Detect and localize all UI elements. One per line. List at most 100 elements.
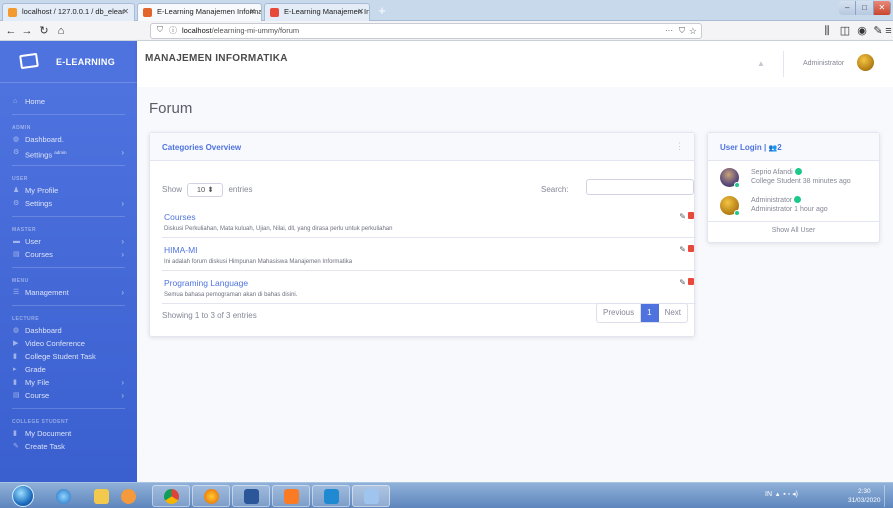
chevron-updown-icon: ⬍ — [207, 185, 214, 194]
sidebar-item-management[interactable]: ☰ Management › — [0, 286, 137, 299]
explorer-taskbar-button[interactable] — [82, 485, 120, 507]
category-title-link[interactable]: Courses — [164, 212, 196, 222]
home-icon[interactable]: ⌂ — [54, 23, 68, 39]
sidebar-item-create-task[interactable]: ✎ Create Task — [0, 440, 137, 453]
trash-icon[interactable] — [688, 212, 694, 219]
maximize-button[interactable]: □ — [856, 1, 874, 15]
edit-icon[interactable]: ✎ — [679, 245, 686, 254]
url-bar[interactable]: ⛉ ⓘ localhost/elearning-mi-ummy/forum ··… — [150, 23, 702, 39]
category-title-link[interactable]: Programing Language — [164, 278, 248, 288]
category-title-link[interactable]: HIMA-MI — [164, 245, 198, 255]
library-icon[interactable]: ⫼ — [820, 23, 834, 39]
new-tab-button[interactable]: + — [373, 4, 391, 19]
file-icon: ▮ — [13, 353, 17, 360]
vscode-taskbar-button[interactable] — [312, 485, 350, 507]
next-button[interactable]: Next — [659, 304, 687, 322]
edit-icon[interactable]: ✎ — [679, 212, 686, 221]
sidebar-item-dashboard[interactable]: ◍ Dashboard. — [0, 133, 137, 146]
tab-elearning-active[interactable]: E-Learning Manajemen Informa ✕ — [137, 3, 262, 21]
table-row: HIMA-MI Ini adalah forum diskusi Himpunan… — [162, 238, 696, 271]
sidebar-item-label: College Student Task — [25, 352, 96, 361]
clock[interactable]: 2:30 31/03/2020 — [848, 487, 881, 505]
entries-select[interactable]: 10 ⬍ — [187, 183, 224, 197]
sidebar-divider — [12, 165, 125, 166]
topbar-divider — [783, 51, 784, 77]
more-vert-icon[interactable]: ⋮ — [675, 141, 684, 152]
sidebar-item-my-profile[interactable]: ♟ My Profile — [0, 184, 137, 197]
close-icon[interactable]: ✕ — [357, 4, 364, 20]
extension-icon[interactable]: ✎ — [871, 23, 885, 39]
account-icon[interactable]: ◉ — [855, 23, 869, 39]
sidebar-item-settings[interactable]: ⚙ Settings admin › — [0, 146, 137, 160]
tab-elearning[interactable]: E-Learning Manajemen Informa ✕ — [264, 3, 370, 21]
bookmark-star-icon[interactable]: ☆ — [689, 24, 697, 38]
card-header: Categories Overview ⋮ — [150, 133, 694, 161]
minimize-button[interactable]: – — [839, 1, 857, 15]
menu-icon[interactable]: ≡ — [884, 23, 893, 39]
firefox-icon — [203, 488, 219, 504]
xampp-icon — [120, 488, 136, 504]
show-desktop-button[interactable] — [884, 485, 892, 507]
firefox-taskbar-button[interactable] — [192, 485, 230, 507]
sidebar-heading: LECTURE — [12, 316, 40, 322]
edit-icon[interactable]: ✎ — [679, 278, 686, 287]
shield-icon: ⛉ — [157, 25, 163, 34]
sidebar-item-user[interactable]: ▬ User › — [0, 235, 137, 248]
avatar[interactable] — [857, 54, 874, 71]
close-icon[interactable]: ✕ — [249, 4, 256, 20]
page-actions-icon[interactable]: ··· — [665, 24, 673, 38]
tab-phpmyadmin[interactable]: localhost / 127.0.0.1 / db_elear ✕ — [2, 3, 135, 21]
info-icon[interactable]: ⓘ — [169, 25, 177, 36]
user-login-heading: User Login | — [720, 143, 767, 152]
sidebar-item-my-document[interactable]: ▮ My Document — [0, 427, 137, 440]
flag-icon[interactable]: ▫ — [788, 491, 790, 498]
sidebar-item-video-conference[interactable]: ▶ Video Conference — [0, 337, 137, 350]
xampp-taskbar-button[interactable] — [116, 485, 140, 507]
reload-icon[interactable]: ↻ — [37, 23, 51, 39]
app-taskbar-button[interactable] — [352, 485, 390, 507]
bell-icon[interactable]: ▲ — [757, 59, 765, 68]
xampp-panel-taskbar-button[interactable] — [272, 485, 310, 507]
pocket-icon[interactable]: ⛉ — [679, 24, 685, 38]
language-indicator[interactable]: IN — [765, 491, 772, 498]
sidebar-item-home[interactable]: ⌂ Home — [0, 95, 137, 108]
sidebar-item-dashboard[interactable]: ◍ Dashboard — [0, 324, 137, 337]
close-icon[interactable]: ✕ — [122, 4, 129, 20]
sidebar-toggle-icon[interactable]: ◫ — [838, 23, 852, 39]
word-taskbar-button[interactable] — [232, 485, 270, 507]
sidebar-heading: COLLEGE STUDENT — [12, 419, 69, 425]
previous-button[interactable]: Previous — [597, 304, 642, 322]
window-close-button[interactable]: ✕ — [873, 1, 891, 15]
sidebar-item-grade[interactable]: ▸ Grade — [0, 363, 137, 376]
sidebar-item-label: Grade — [25, 365, 46, 374]
trash-icon[interactable] — [688, 245, 694, 252]
online-status-icon — [734, 182, 740, 188]
page-1-button[interactable]: 1 — [641, 304, 659, 322]
forward-icon[interactable]: → — [20, 23, 34, 39]
sidebar-item-my-file[interactable]: ▮ My File › — [0, 376, 137, 389]
brand-name: E-LEARNING — [56, 57, 115, 67]
back-icon[interactable]: ← — [4, 23, 18, 39]
sidebar-item-settings[interactable]: ⚙ Settings › — [0, 197, 137, 210]
trash-icon[interactable] — [688, 278, 694, 285]
volume-icon[interactable]: ◂) — [792, 491, 798, 498]
start-button[interactable] — [12, 485, 34, 507]
sidebar-brand[interactable]: E-LEARNING — [0, 41, 137, 83]
search-input[interactable] — [586, 179, 694, 195]
verified-check-icon — [794, 168, 802, 175]
sidebar-item-college-student-task[interactable]: ▮ College Student Task — [0, 350, 137, 363]
page-title: Forum — [149, 100, 193, 117]
user-list-item[interactable]: Administrator Administrator 1 hour ago — [708, 193, 879, 221]
chrome-taskbar-button[interactable] — [152, 485, 190, 507]
category-description: Ini adalah forum diskusi Himpunan Mahasi… — [164, 259, 353, 265]
show-label: Show — [162, 185, 183, 194]
show-all-user-link[interactable]: Show All User — [708, 221, 879, 241]
network-icon[interactable]: ▪ — [783, 491, 785, 498]
user-name-text: Administrator — [751, 197, 793, 204]
user-list-item[interactable]: Seprio Afandi College Student 38 minutes … — [708, 165, 879, 193]
user-name[interactable]: Administrator — [803, 60, 844, 67]
sidebar-item-course[interactable]: ▤ Course › — [0, 389, 137, 402]
sidebar-item-courses[interactable]: ▤ Courses › — [0, 248, 137, 261]
ie-taskbar-button[interactable] — [44, 485, 82, 507]
folder-icon — [93, 488, 109, 504]
